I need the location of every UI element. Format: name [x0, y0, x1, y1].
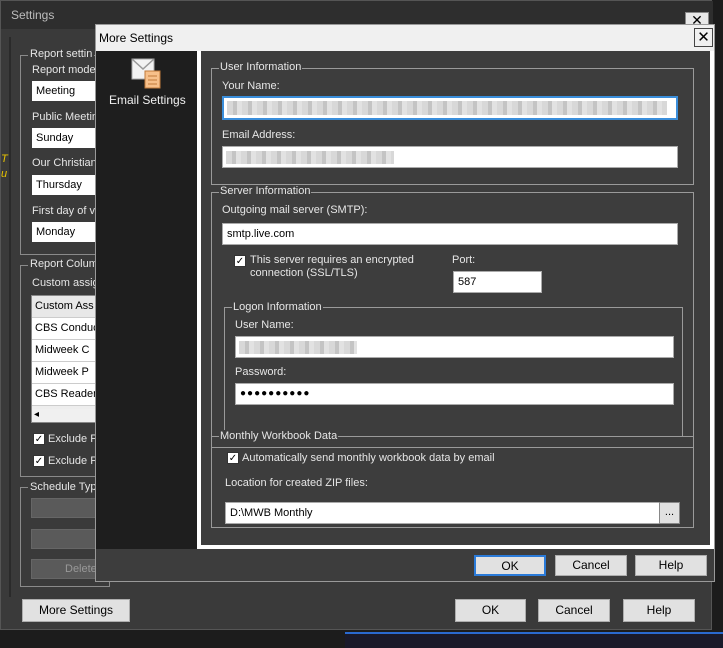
schedule-type-group-label: Schedule Typ — [28, 481, 99, 493]
email-address-label: Email Address: — [222, 129, 296, 141]
user-name-value — [239, 341, 357, 354]
list-item[interactable]: CBS Reader — [32, 384, 95, 406]
zip-location-label: Location for created ZIP files: — [225, 477, 368, 489]
list-item[interactable]: Midweek C — [32, 340, 95, 362]
more-settings-dialog: More Settings ✕ Email Settings User Info… — [95, 24, 715, 582]
settings-frame-edge — [9, 37, 11, 597]
encrypted-connection-checkbox[interactable]: ✓ — [234, 255, 246, 267]
auto-send-label: Automatically send monthly workbook data… — [242, 452, 495, 464]
settings-ok-button[interactable]: OK — [455, 599, 526, 622]
dialog-ok-button[interactable]: OK — [474, 555, 546, 576]
user-information-group-label: User Information — [219, 61, 303, 73]
dialog-cancel-button[interactable]: Cancel — [555, 555, 627, 576]
email-address-field[interactable] — [222, 146, 678, 168]
first-day-combo[interactable]: Monday — [32, 222, 96, 242]
more-settings-close-button[interactable]: ✕ — [694, 28, 713, 47]
sidebar-item-label: Email Settings — [109, 93, 186, 107]
settings-cancel-button[interactable]: Cancel — [538, 599, 610, 622]
public-meeting-label: Public Meetin — [32, 111, 99, 123]
schedule-edit-button[interactable] — [31, 529, 96, 549]
exclude-label-2: Exclude P — [48, 455, 98, 467]
exclude-label-1: Exclude P — [48, 433, 98, 445]
server-information-group-label: Server Information — [219, 185, 312, 197]
background-app-strip — [345, 632, 723, 648]
port-field[interactable]: 587 — [453, 271, 542, 293]
settings-help-button[interactable]: Help — [623, 599, 695, 622]
email-settings-panel: User Information Your Name: Email Addres… — [201, 51, 710, 545]
first-day-label: First day of v — [32, 205, 95, 217]
dialog-content-frame: User Information Your Name: Email Addres… — [197, 51, 714, 549]
smtp-label: Outgoing mail server (SMTP): — [222, 204, 368, 216]
email-settings-icon — [131, 58, 161, 89]
user-name-label: User Name: — [235, 319, 294, 331]
sidebar-item-email-settings[interactable]: Email Settings — [96, 51, 197, 113]
our-christian-label: Our Christian — [32, 157, 97, 169]
monthly-workbook-group-label: Monthly Workbook Data — [219, 430, 339, 442]
custom-assignments-list[interactable]: Custom Ass CBS Conduc Midweek C Midweek … — [31, 295, 96, 423]
report-mode-label: Report mode — [32, 64, 96, 76]
dialog-sidebar: Email Settings — [96, 51, 197, 549]
side-warning-text-1: T — [1, 153, 8, 165]
browse-folder-button[interactable]: ... — [659, 502, 680, 524]
email-address-value — [226, 151, 394, 164]
your-name-value — [227, 101, 667, 115]
list-item[interactable]: CBS Conduc — [32, 318, 95, 340]
list-header[interactable]: Custom Ass — [32, 296, 95, 318]
custom-assign-label: Custom assig — [32, 277, 99, 289]
more-settings-title: More Settings — [96, 25, 714, 51]
password-label: Password: — [235, 366, 287, 378]
report-settings-group-label: Report settin — [28, 48, 95, 60]
schedule-add-button[interactable] — [31, 498, 96, 518]
encrypted-connection-label-2: connection (SSL/TLS) — [250, 267, 358, 279]
user-name-field[interactable] — [235, 336, 674, 358]
list-horizontal-scrollbar[interactable]: ◂ — [32, 409, 96, 422]
your-name-field[interactable] — [222, 96, 678, 120]
report-columns-group-label: Report Colum — [28, 258, 100, 270]
zip-location-field[interactable]: D:\MWB Monthly — [225, 502, 680, 524]
dialog-help-button[interactable]: Help — [635, 555, 707, 576]
exclude-checkbox-2[interactable]: ✓ — [33, 455, 45, 467]
side-warning-text-2: u — [1, 168, 8, 180]
smtp-server-field[interactable]: smtp.live.com — [222, 223, 678, 245]
password-field[interactable]: ●●●●●●●●●● — [235, 383, 674, 405]
port-label: Port: — [452, 254, 476, 266]
more-settings-button[interactable]: More Settings — [22, 599, 130, 622]
our-christian-combo[interactable]: Thursday — [32, 175, 96, 195]
exclude-checkbox-1[interactable]: ✓ — [33, 433, 45, 445]
list-item[interactable]: Midweek P — [32, 362, 95, 384]
your-name-label: Your Name: — [222, 80, 280, 92]
logon-information-group-label: Logon Information — [232, 301, 323, 313]
scroll-left-icon[interactable]: ◂ — [34, 409, 39, 420]
report-mode-combo[interactable]: Meeting — [32, 81, 96, 101]
auto-send-checkbox[interactable]: ✓ — [227, 452, 239, 464]
schedule-delete-button[interactable]: Delete — [31, 559, 97, 579]
encrypted-connection-label-1: This server requires an encrypted — [250, 254, 414, 266]
public-meeting-combo[interactable]: Sunday — [32, 128, 96, 148]
